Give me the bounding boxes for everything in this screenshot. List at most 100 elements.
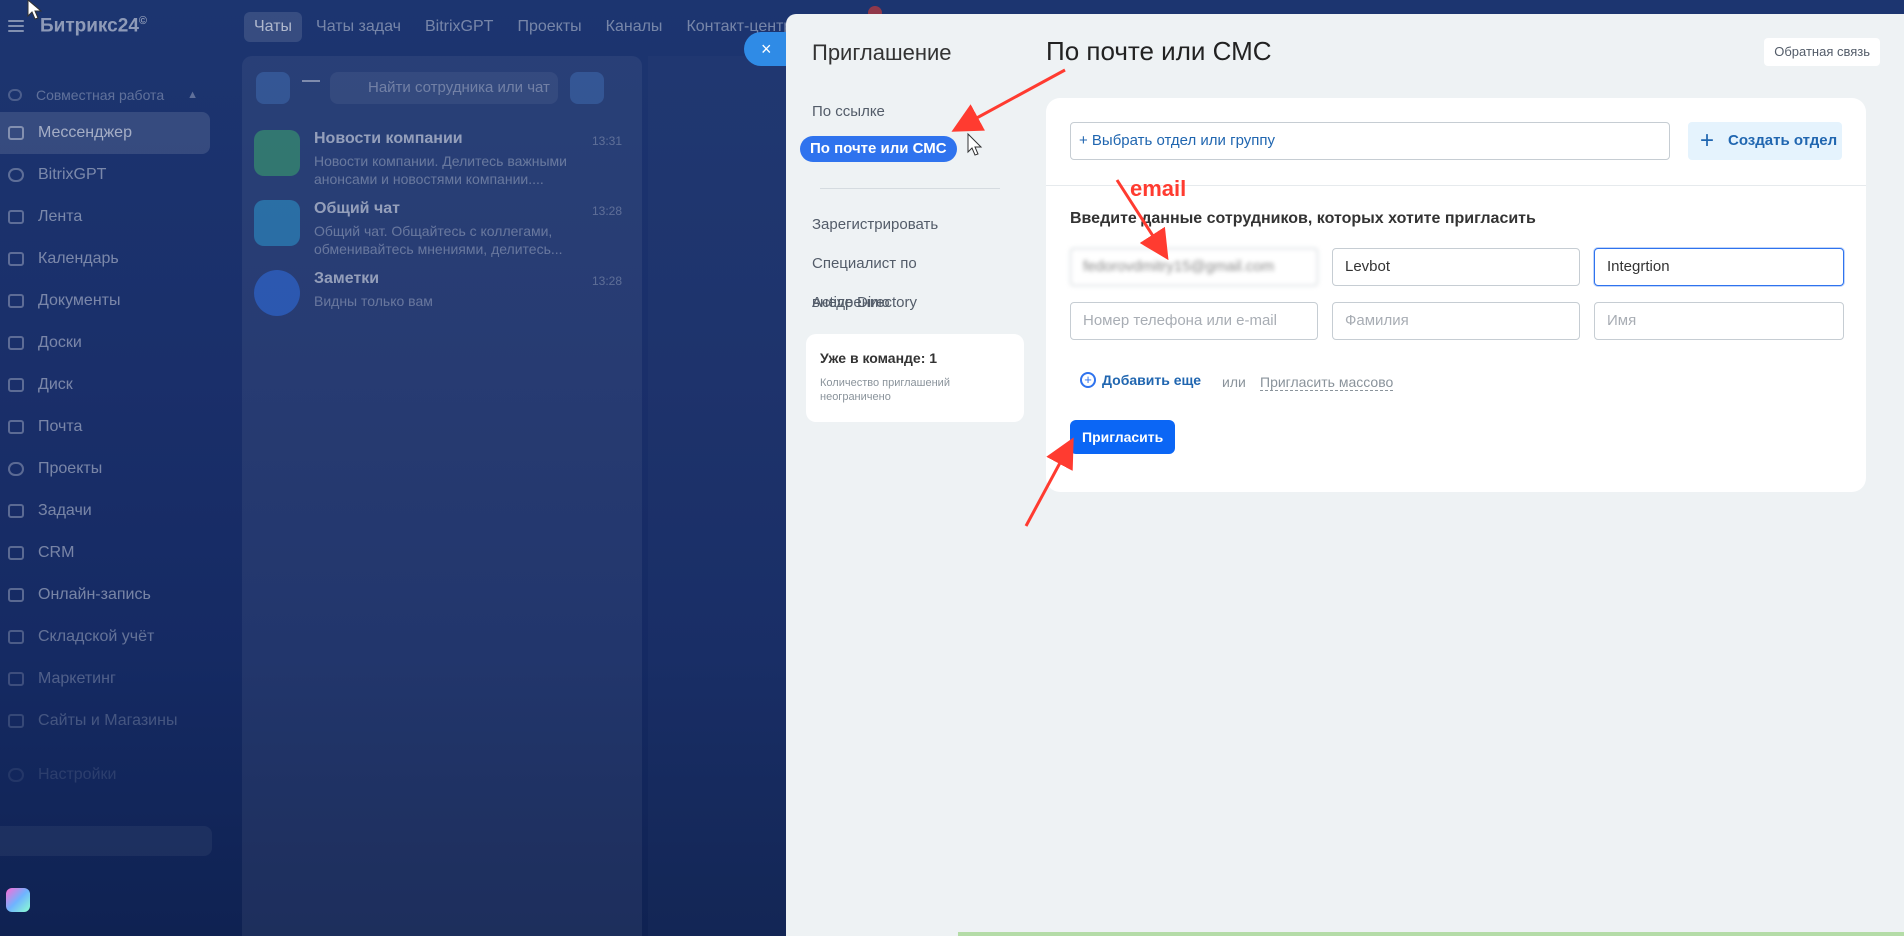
- tab-channels[interactable]: Каналы: [596, 12, 673, 42]
- contact-input[interactable]: fedorovdmitry15@gmail.com: [1070, 248, 1318, 286]
- department-row: + Выбрать отдел или группу + Создать отде…: [1046, 98, 1866, 186]
- sidebar-item-boards[interactable]: Доски: [0, 322, 212, 364]
- contact-input-2[interactable]: Номер телефона или e-mail: [1070, 302, 1318, 340]
- invite-button[interactable]: Пригласить: [1070, 420, 1176, 454]
- avatar: [254, 130, 300, 176]
- chat-toolbar: Найти сотрудника или чат: [256, 72, 632, 104]
- nav-divider: [820, 188, 1000, 189]
- or-text: или: [1222, 374, 1246, 390]
- mail-icon: [8, 420, 24, 434]
- first-name-input[interactable]: Integrtion: [1594, 248, 1844, 286]
- new-chat-button[interactable]: [256, 72, 290, 104]
- team-info-box: Уже в команде: 1 Количество приглашений …: [806, 334, 1024, 422]
- annotation-heading: По почте или СМС: [1046, 36, 1272, 66]
- add-more-button[interactable]: + Добавить еще: [1080, 372, 1201, 388]
- chat-item-notes[interactable]: Заметки Видны только вам 13:28: [254, 270, 630, 336]
- chat-preview: Новости компании. Делитесь важными анонс…: [314, 153, 567, 187]
- tab-task-chats[interactable]: Чаты задач: [306, 12, 411, 42]
- logo[interactable]: Битрикс24©: [40, 15, 147, 37]
- plus-icon: +: [1700, 127, 1715, 154]
- sidebar-item-mail[interactable]: Почта: [0, 406, 212, 448]
- invite-slider: Приглашение Обратная связь По ссылке По …: [786, 14, 1904, 936]
- chat-time: 13:28: [591, 204, 622, 218]
- sidebar-item-crm[interactable]: CRM: [0, 532, 212, 574]
- cart-icon: [8, 714, 24, 728]
- board-icon: [8, 336, 24, 350]
- chat-item-general[interactable]: Общий чат Общий чат. Общайтесь с коллегам…: [254, 200, 630, 266]
- sidebar-item-marketing[interactable]: Маркетинг: [0, 658, 212, 700]
- sidebar-item-projects[interactable]: Проекты: [0, 448, 212, 490]
- menu-icon[interactable]: [8, 20, 24, 32]
- chat-name: Заметки: [314, 270, 380, 287]
- invite-nav: По ссылке По почте или СМС Зарегистриров…: [800, 92, 1000, 322]
- filter-icon[interactable]: [302, 80, 320, 96]
- sidebar-item-inventory[interactable]: Складской учёт: [0, 616, 212, 658]
- sidebar-group-collaboration[interactable]: Совместная работа ▲: [0, 78, 212, 112]
- feed-icon: [8, 210, 24, 224]
- top-tabs: Чаты Чаты задач BitrixGPT Проекты Каналы…: [244, 12, 806, 42]
- chat-name: Новости компании: [314, 130, 463, 147]
- sidebar-item-documents[interactable]: Документы: [0, 280, 212, 322]
- tab-projects[interactable]: Проекты: [507, 12, 591, 42]
- close-slider-button[interactable]: ×: [744, 32, 790, 66]
- chat-time: 13:28: [591, 274, 622, 288]
- department-select[interactable]: + Выбрать отдел или группу: [1070, 122, 1670, 160]
- chat-name: Общий чат: [314, 200, 400, 217]
- nav-specialist[interactable]: Специалист по внедрению: [800, 244, 1000, 311]
- chat-preview: Видны только вам: [314, 293, 433, 309]
- chat-item-news[interactable]: Новости компании Новости компании. Делите…: [254, 130, 630, 196]
- chat-preview: Общий чат. Общайтесь с коллегами, обмени…: [314, 223, 563, 257]
- sidebar-item-sites[interactable]: Сайты и Магазины: [0, 700, 212, 742]
- mass-invite-link[interactable]: Пригласить массово: [1260, 374, 1394, 391]
- chat-list-panel: Найти сотрудника или чат Новости компани…: [242, 56, 642, 936]
- feedback-button[interactable]: Обратная связь: [1764, 38, 1880, 66]
- slider-title: Приглашение: [812, 40, 952, 65]
- sidebar-item-feed[interactable]: Лента: [0, 196, 212, 238]
- ai-assistant-icon[interactable]: [6, 888, 30, 912]
- sidebar-item-calendar[interactable]: Календарь: [0, 238, 212, 280]
- projects-icon: [8, 462, 24, 476]
- tab-bitrixgpt[interactable]: BitrixGPT: [415, 12, 503, 42]
- nav-register[interactable]: Зарегистрировать: [800, 205, 1000, 244]
- nav-by-email[interactable]: По почте или СМС: [800, 136, 957, 162]
- sidebar-item-settings[interactable]: Настройки: [0, 754, 212, 796]
- disk-icon: [8, 378, 24, 392]
- bookmark-icon: [254, 270, 300, 316]
- crm-icon: [8, 546, 24, 560]
- chat-icon: [8, 126, 24, 140]
- annotation-email: email: [1130, 176, 1187, 201]
- marketing-icon: [8, 672, 24, 686]
- settings-icon: [8, 768, 24, 782]
- nav-by-link[interactable]: По ссылке: [800, 92, 1000, 132]
- first-name-input-2[interactable]: Имя: [1594, 302, 1844, 340]
- sidebar-item-disk[interactable]: Диск: [0, 364, 212, 406]
- sidebar-item-messenger[interactable]: Мессенджер: [0, 112, 210, 154]
- last-name-input-2[interactable]: Фамилия: [1332, 302, 1580, 340]
- last-name-input[interactable]: Levbot: [1332, 248, 1580, 286]
- progress-strip: [958, 932, 1904, 936]
- sidebar-item-tasks[interactable]: Задачи: [0, 490, 212, 532]
- create-department-button[interactable]: + Создать отдел: [1688, 122, 1842, 160]
- chat-area: [648, 56, 788, 936]
- form-title: Введите данные сотрудников, которых хоти…: [1070, 210, 1536, 227]
- sidebar-footer: [0, 826, 212, 856]
- checkbox-icon: [8, 504, 24, 518]
- document-icon: [8, 294, 24, 308]
- sidebar-item-bitrixgpt[interactable]: BitrixGPT: [0, 154, 212, 196]
- sidebar-item-booking[interactable]: Онлайн-запись: [0, 574, 212, 616]
- avatar: [254, 200, 300, 246]
- tab-chats[interactable]: Чаты: [244, 12, 303, 42]
- team-count: Уже в команде: 1: [820, 350, 938, 366]
- nav-active-directory[interactable]: Active Directory: [800, 283, 1000, 322]
- booking-icon: [8, 588, 24, 602]
- plus-circle-icon: +: [1080, 372, 1096, 388]
- cloud-icon: [8, 89, 22, 101]
- calendar-icon: [8, 252, 24, 266]
- warehouse-icon: [8, 630, 24, 644]
- logo-area: Битрикс24©: [8, 14, 147, 38]
- team-limit-text: Количество приглашений неограничено: [820, 377, 950, 403]
- gear-icon: [8, 168, 24, 182]
- sidebar: Совместная работа ▲ Мессенджер BitrixGPT …: [0, 78, 212, 796]
- compose-button[interactable]: [570, 72, 604, 104]
- chat-search-input[interactable]: Найти сотрудника или чат: [330, 72, 558, 104]
